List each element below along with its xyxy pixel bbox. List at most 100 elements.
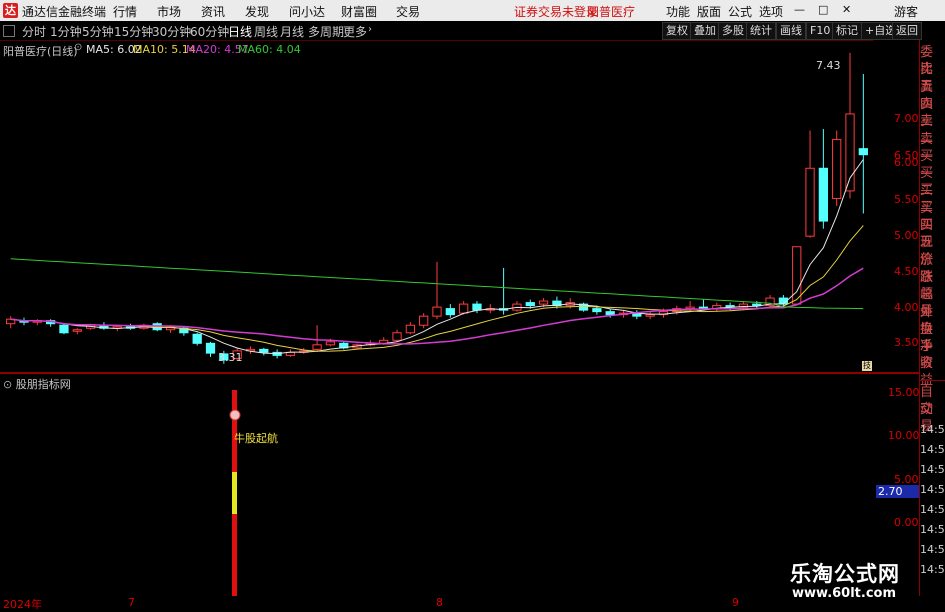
candle-body	[405, 324, 415, 334]
ma5-line	[10, 159, 864, 355]
low-price-label: 3.31	[218, 351, 243, 364]
menu-caifuquan[interactable]: 财富圈	[341, 3, 377, 20]
menu-banmian[interactable]: 版面	[697, 3, 721, 20]
ytick-4: 4.00	[894, 301, 919, 314]
candle-body	[832, 139, 842, 199]
menu-gongneng[interactable]: 功能	[666, 3, 690, 20]
ytick-3-5: 3.50	[894, 336, 919, 349]
period-toolbar: 分时 1分钟 5分钟 15分钟 30分钟 60分钟 日线 周线 月线 多周期 更…	[0, 21, 945, 41]
sidebar-toggle-icon[interactable]	[3, 25, 15, 37]
panel-divider	[919, 380, 945, 381]
f10-button[interactable]: F10	[806, 22, 835, 40]
candle-body	[325, 341, 336, 346]
ytick-5: 5.00	[894, 229, 919, 242]
candle-body	[72, 329, 82, 332]
menu-hangqing[interactable]: 行情	[113, 3, 137, 20]
watermark-url: www.60lt.com	[792, 586, 897, 601]
huaxian-button[interactable]: 画线	[776, 22, 806, 40]
diejia-button[interactable]: 叠加	[690, 22, 720, 40]
candle-body	[818, 167, 828, 222]
candle-body	[472, 303, 482, 311]
chevron-right-icon[interactable]: ›	[368, 24, 372, 35]
menu-zixun[interactable]: 资讯	[201, 3, 225, 20]
date-month-9: 9	[732, 596, 739, 609]
trade-time-6: 14:56	[920, 543, 945, 556]
watermark: 乐淘公式网 www.60lt.com	[786, 556, 916, 606]
trade-time-0: 14:56	[920, 423, 945, 436]
menu-gongshi[interactable]: 公式	[728, 3, 752, 20]
candle-body	[459, 303, 469, 314]
maximize-button[interactable]: □	[818, 3, 828, 16]
candle-body	[792, 246, 802, 305]
period-monthly[interactable]: 月线	[280, 23, 304, 40]
sub-ytick-10: 10.00	[888, 429, 920, 442]
period-weekly[interactable]: 周线	[254, 23, 278, 40]
main-y-axis: 7.00 6.50 6.00 5.50 5.00 4.50 4.00 3.50	[874, 40, 919, 372]
candle-body	[59, 324, 69, 334]
close-button[interactable]: ✕	[842, 3, 851, 16]
ytick-7: 7.00	[894, 112, 919, 125]
period-15min[interactable]: 15分钟	[114, 23, 153, 40]
candle-body	[312, 344, 322, 350]
period-more[interactable]: 更多	[343, 23, 367, 40]
date-year: 2024年	[3, 598, 42, 611]
menu-xuanxiang[interactable]: 选项	[759, 3, 783, 20]
period-30min[interactable]: 30分钟	[152, 23, 191, 40]
candlestick-chart[interactable]	[0, 40, 873, 372]
candle-body	[445, 308, 455, 316]
candle-body	[592, 308, 602, 313]
user-label[interactable]: 游客	[894, 3, 918, 20]
duogu-button[interactable]: 多股	[718, 22, 748, 40]
trade-time-1: 14:56	[920, 443, 945, 456]
tongji-button[interactable]: 统计	[746, 22, 776, 40]
menu-wenxiaoda[interactable]: 问小达	[289, 3, 325, 20]
app-title: 通达信金融终端	[22, 5, 107, 19]
sub-ytick-0: 0.00	[894, 516, 919, 529]
indicator-chart[interactable]	[0, 374, 873, 596]
trade-time-4: 14:56	[920, 503, 945, 516]
candle-body	[538, 300, 549, 305]
biaoji-button[interactable]: 标记	[832, 22, 862, 40]
candle-body	[392, 332, 402, 341]
login-warning[interactable]: 证券交易未登录	[514, 3, 598, 20]
candle-body	[432, 306, 442, 317]
period-1min[interactable]: 1分钟	[50, 23, 82, 40]
minimize-button[interactable]: —	[794, 3, 805, 16]
candle-body	[858, 148, 868, 156]
candle-body	[419, 315, 429, 326]
watermark-title: 乐淘公式网	[790, 562, 900, 586]
candle-body	[525, 302, 535, 307]
candle-body	[645, 314, 655, 317]
tech-badge[interactable]: 技	[862, 361, 872, 371]
period-daily[interactable]: 日线	[228, 23, 252, 40]
signal-annotation: 牛股起航	[234, 432, 278, 445]
period-5min[interactable]: 5分钟	[82, 23, 114, 40]
title-bar: 达 通达信金融终端 行情 市场 资讯 发现 问小达 财富圈 交易 证券交易未登录…	[0, 0, 945, 21]
candle-body	[259, 348, 269, 353]
high-price-label: 7.43	[816, 59, 841, 72]
period-multi[interactable]: 多周期	[308, 23, 344, 40]
current-value-badge: 2.70	[876, 485, 920, 498]
menu-faxian[interactable]: 发现	[245, 3, 269, 20]
ytick-5-5: 5.50	[894, 193, 919, 206]
trade-time-7: 14:56	[920, 563, 945, 576]
date-month-8: 8	[436, 596, 443, 609]
signal-dot-icon	[229, 409, 241, 421]
signal-bar-middle	[232, 472, 237, 514]
menu-shichang[interactable]: 市场	[157, 3, 181, 20]
period-60min[interactable]: 60分钟	[190, 23, 229, 40]
stock-name-header: 阳普医疗	[587, 5, 636, 19]
candle-body	[605, 311, 615, 316]
menu-jiaoyi[interactable]: 交易	[396, 3, 420, 20]
candle-body	[205, 342, 216, 354]
fuquan-button[interactable]: 复权	[662, 22, 692, 40]
back-button[interactable]: 返回	[892, 22, 922, 40]
trade-time-5: 14:56	[920, 523, 945, 536]
period-fenshi[interactable]: 分时	[22, 23, 46, 40]
candle-body	[192, 333, 202, 344]
sub-ytick-15: 15.00	[888, 386, 920, 399]
signal-bar-bottom	[232, 514, 237, 596]
app-logo: 达	[3, 3, 18, 18]
candle-body	[805, 167, 815, 237]
trade-time-2: 14:56	[920, 463, 945, 476]
